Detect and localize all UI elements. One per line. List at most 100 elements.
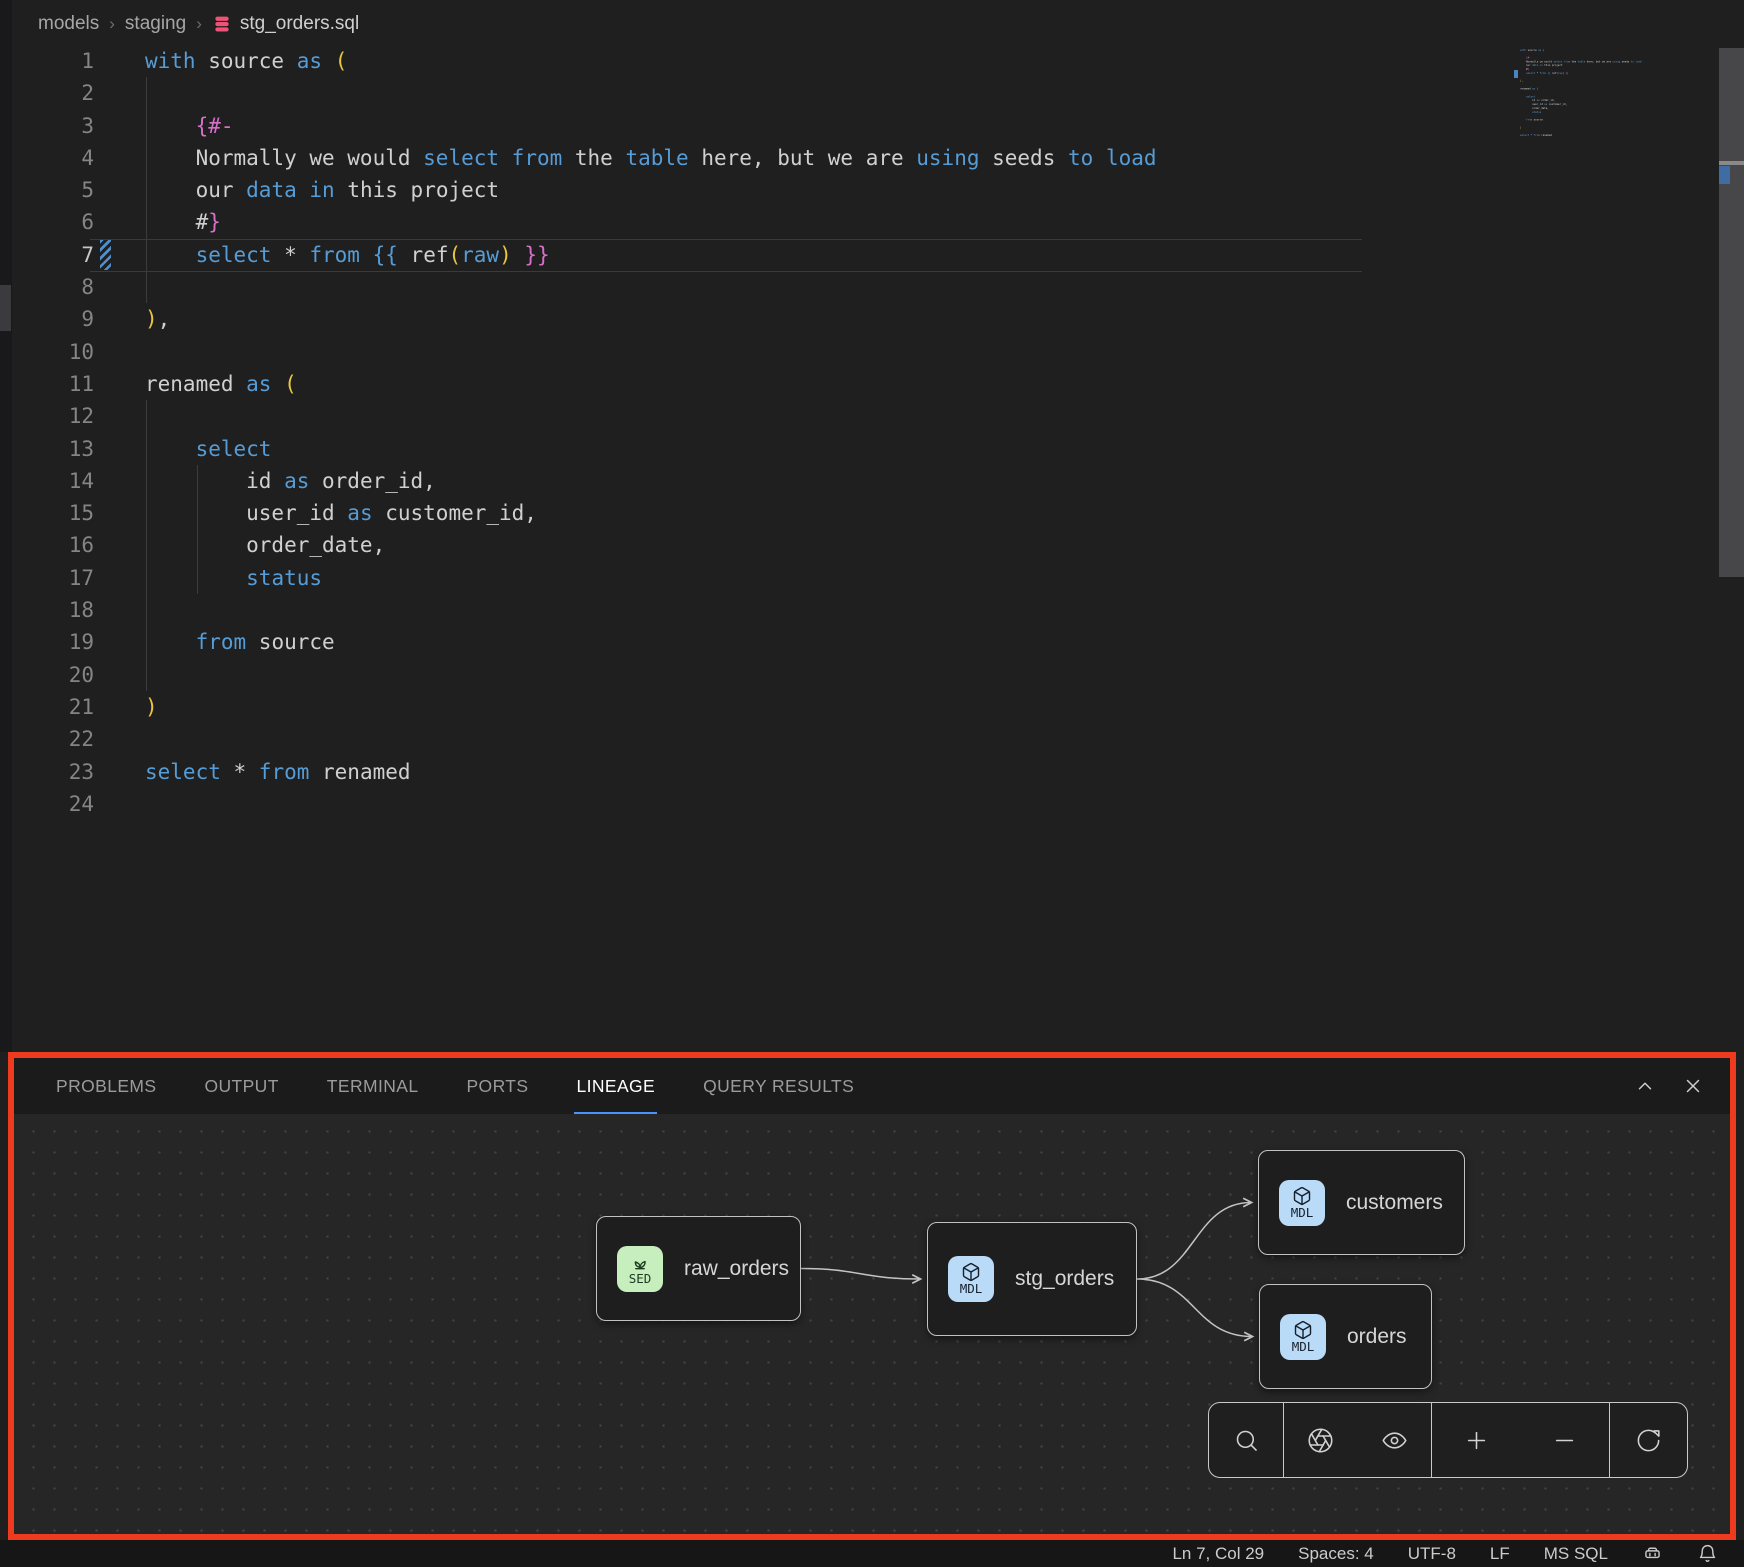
bell-icon	[1697, 1543, 1718, 1564]
status-lf[interactable]: LF	[1490, 1544, 1510, 1564]
node-badge: MDL	[948, 1256, 994, 1302]
tab-output[interactable]: OUTPUT	[202, 1059, 280, 1114]
lineage-node-customers[interactable]: MDL customers	[1258, 1150, 1465, 1255]
database-icon	[212, 14, 232, 34]
code-line[interactable]: 8	[0, 271, 1157, 303]
copilot-icon	[1642, 1543, 1663, 1564]
code-line[interactable]: 19 from source	[0, 626, 1157, 658]
line-number: 20	[0, 659, 94, 691]
code-line[interactable]: 16 order_date,	[0, 529, 1157, 561]
code-line[interactable]: 11renamed as (	[0, 368, 1157, 400]
code-line[interactable]: 22	[0, 723, 1157, 755]
line-number: 22	[0, 723, 94, 755]
code-editor[interactable]: 1with source as (23 {#-4 Normally we wou…	[0, 45, 1157, 820]
line-number: 6	[0, 206, 94, 238]
lineage-node-orders[interactable]: MDL orders	[1259, 1284, 1432, 1389]
overview-ruler-band	[1719, 161, 1744, 165]
line-number: 21	[0, 691, 94, 723]
node-badge: MDL	[1280, 1314, 1326, 1360]
code-line[interactable]: 12	[0, 400, 1157, 432]
status-ms-sql[interactable]: MS SQL	[1544, 1544, 1608, 1564]
code-line[interactable]: 3 {#-	[0, 110, 1157, 142]
breadcrumb-file[interactable]: stg_orders.sql	[212, 13, 359, 35]
line-number: 17	[0, 562, 94, 594]
bottom-panel: PROBLEMS OUTPUT TERMINAL PORTS LINEAGE QUERY …	[8, 1052, 1736, 1540]
code-line[interactable]: 4 Normally we would select from the tabl…	[0, 142, 1157, 174]
lineage-node-raw_orders[interactable]: SEDraw_orders	[596, 1216, 801, 1321]
node-label: customers	[1346, 1191, 1443, 1215]
model-icon	[1292, 1186, 1312, 1206]
line-number: 1	[0, 45, 94, 77]
search-icon	[1233, 1427, 1260, 1454]
node-badge-label: SED	[629, 1271, 652, 1286]
eye-button[interactable]	[1357, 1403, 1431, 1477]
line-number: 12	[0, 400, 94, 432]
code-line[interactable]: 23select * from renamed	[0, 756, 1157, 788]
line-number: 9	[0, 303, 94, 335]
breadcrumb-file-label: stg_orders.sql	[240, 13, 359, 35]
minimap[interactable]: with source as ( {#- Normally we would s…	[1520, 48, 1720, 148]
breadcrumb-item-staging[interactable]: staging	[125, 13, 186, 35]
code-line[interactable]: 6 #}	[0, 206, 1157, 238]
zoom-out-button[interactable]	[1520, 1403, 1609, 1477]
tab-problems[interactable]: PROBLEMS	[54, 1059, 158, 1114]
vscode-window: models › staging › stg_orders.sql 1with …	[0, 0, 1744, 1567]
line-number: 2	[0, 77, 94, 109]
code-line[interactable]: 21)	[0, 691, 1157, 723]
refresh-button[interactable]	[1609, 1403, 1687, 1477]
editor-scrollbar[interactable]	[1719, 48, 1744, 577]
line-number: 7	[0, 239, 94, 271]
code-line[interactable]: 14 id as order_id,	[0, 465, 1157, 497]
tab-query-results[interactable]: QUERY RESULTS	[701, 1059, 856, 1114]
code-line[interactable]: 7 select * from {{ ref(raw) }}	[0, 239, 1157, 271]
node-label: orders	[1347, 1325, 1407, 1349]
model-icon	[1293, 1320, 1313, 1340]
aperture-icon	[1307, 1427, 1334, 1454]
node-badge: MDL	[1279, 1180, 1325, 1226]
edge-raw_orders-to-stg_orders	[801, 1269, 920, 1280]
code-line[interactable]: 2	[0, 77, 1157, 109]
lineage-canvas[interactable]: SEDraw_ordersMDLstg_ordersMDLcustomersMD…	[14, 1114, 1730, 1534]
node-badge-label: MDL	[960, 1281, 983, 1296]
code-line[interactable]: 9),	[0, 303, 1157, 335]
tab-ports[interactable]: PORTS	[464, 1059, 530, 1114]
status-ln-7-col-29[interactable]: Ln 7, Col 29	[1172, 1544, 1264, 1564]
code-line[interactable]: 18	[0, 594, 1157, 626]
node-badge: SED	[617, 1246, 663, 1292]
chevron-right-icon: ›	[109, 14, 115, 34]
zoom-in-button[interactable]	[1431, 1403, 1520, 1477]
bell-status-button[interactable]	[1697, 1543, 1718, 1564]
status-utf-8[interactable]: UTF-8	[1408, 1544, 1456, 1564]
line-number: 15	[0, 497, 94, 529]
eye-icon	[1381, 1427, 1408, 1454]
overview-ruler-modified-chip	[1719, 166, 1730, 184]
lineage-node-stg_orders[interactable]: MDLstg_orders	[927, 1222, 1137, 1336]
code-line[interactable]: 13 select	[0, 433, 1157, 465]
status-spaces-4[interactable]: Spaces: 4	[1298, 1544, 1374, 1564]
chevron-up-icon[interactable]	[1634, 1075, 1656, 1097]
code-line[interactable]: 5 our data in this project	[0, 174, 1157, 206]
status-bar: Ln 7, Col 29 Spaces: 4 UTF-8 LF MS SQL	[0, 1540, 1744, 1567]
line-number: 11	[0, 368, 94, 400]
search-button[interactable]	[1209, 1403, 1283, 1477]
aperture-button[interactable]	[1283, 1403, 1357, 1477]
code-line[interactable]: 10	[0, 336, 1157, 368]
code-line[interactable]: 20	[0, 659, 1157, 691]
panel-tab-bar: PROBLEMS OUTPUT TERMINAL PORTS LINEAGE QUERY …	[14, 1058, 1730, 1114]
code-line[interactable]: 24	[0, 788, 1157, 820]
line-number: 8	[0, 271, 94, 303]
tab-lineage[interactable]: LINEAGE	[574, 1059, 657, 1114]
code-line[interactable]: 17 status	[0, 562, 1157, 594]
line-number: 16	[0, 529, 94, 561]
breadcrumb-item-models[interactable]: models	[38, 13, 99, 35]
copilot-status-button[interactable]	[1642, 1543, 1663, 1564]
line-number: 13	[0, 433, 94, 465]
zoom-out-icon	[1551, 1427, 1578, 1454]
refresh-icon	[1635, 1427, 1662, 1454]
code-line[interactable]: 15 user_id as customer_id,	[0, 497, 1157, 529]
lineage-toolbar	[1208, 1402, 1688, 1478]
line-number: 18	[0, 594, 94, 626]
tab-terminal[interactable]: TERMINAL	[325, 1059, 421, 1114]
code-line[interactable]: 1with source as (	[0, 45, 1157, 77]
close-icon[interactable]	[1682, 1075, 1704, 1097]
